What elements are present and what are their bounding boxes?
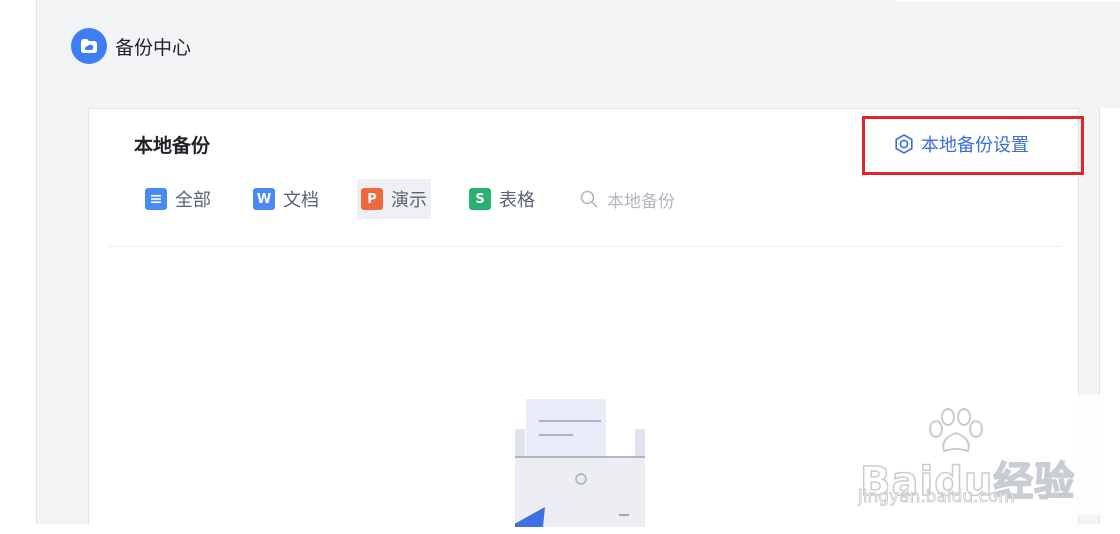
filter-label: 表格 — [499, 190, 535, 211]
search-input[interactable]: 本地备份 — [579, 187, 675, 212]
watermark: Baidu经验 jingyan.baidu.com — [828, 395, 1110, 515]
paw-logo — [929, 408, 983, 453]
filter-writer[interactable]: W 文档 — [249, 179, 323, 219]
printer-empty-icon — [509, 399, 655, 531]
filter-label: 全部 — [175, 190, 211, 211]
filter-all[interactable]: 全部 — [141, 179, 215, 219]
filter-spreadsheet[interactable]: S 表格 — [465, 179, 539, 219]
spreadsheet-icon: S — [469, 188, 491, 210]
filter-label: 文档 — [283, 190, 319, 211]
app-title: 备份中心 — [115, 36, 192, 59]
highlight-annotation — [862, 116, 1084, 175]
filter-label: 演示 — [391, 190, 427, 211]
search-placeholder: 本地备份 — [607, 191, 675, 212]
cloud-folder-icon — [71, 28, 107, 64]
section-title: 本地备份 — [134, 135, 211, 157]
watermark-url: jingyan.baidu.com — [858, 487, 1016, 508]
all-icon — [145, 188, 167, 210]
filter-bar: 全部 W 文档 P 演示 S 表格 本地备份 — [141, 179, 675, 219]
search-icon — [580, 190, 598, 208]
divider — [109, 246, 1061, 247]
window-edge — [897, 0, 1120, 2]
writer-icon: W — [253, 188, 275, 210]
presentation-icon: P — [361, 188, 383, 210]
app-header: 备份中心 — [71, 28, 191, 64]
filter-presentation[interactable]: P 演示 — [357, 179, 431, 219]
